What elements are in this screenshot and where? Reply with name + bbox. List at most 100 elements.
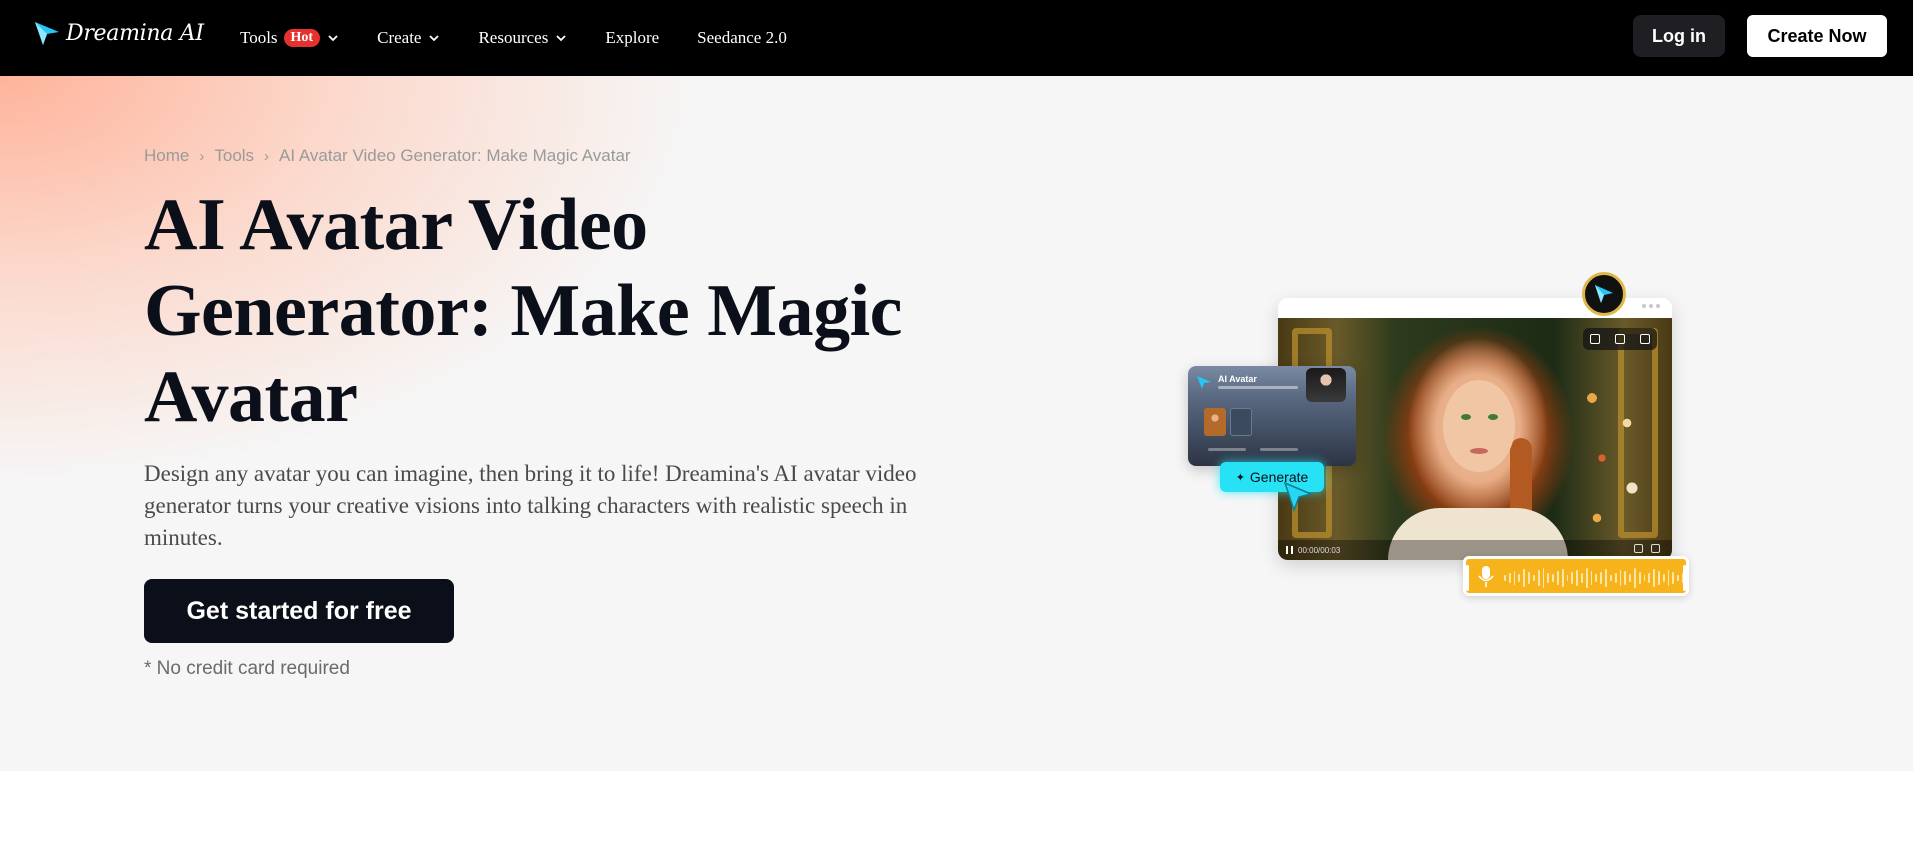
waveform-bar [1508, 573, 1511, 583]
avatar-thumbnail[interactable] [1204, 408, 1226, 436]
breadcrumb-tools[interactable]: Tools [214, 146, 254, 166]
waveform-bar [1556, 571, 1559, 585]
flowers-decoration [1572, 378, 1652, 548]
waveform-bar [1629, 574, 1631, 582]
waveform-bar [1561, 569, 1564, 587]
waveform-bar [1566, 575, 1569, 581]
cursor-arrow-icon [1283, 481, 1314, 513]
logo-text: Dreamina AI [66, 20, 204, 46]
nav-links: Tools Hot Create Resources Explore Seeda… [240, 0, 825, 76]
panel-avatar [1306, 368, 1346, 402]
upload-thumbnail[interactable] [1230, 408, 1252, 436]
nav-item-explore[interactable]: Explore [605, 28, 659, 48]
chevron-right-icon: › [264, 147, 270, 165]
waveform-bar [1672, 572, 1675, 584]
hot-badge: Hot [283, 29, 321, 47]
waveform-bar [1576, 570, 1578, 586]
get-started-button[interactable]: Get started for free [144, 579, 454, 643]
chevron-down-icon [429, 35, 440, 42]
waveform-bar [1547, 573, 1550, 583]
no-credit-card-note: * No credit card required [144, 658, 350, 679]
eye-left [1461, 414, 1471, 420]
chevron-down-icon [328, 35, 338, 42]
volume-icon[interactable] [1634, 544, 1643, 553]
microphone-icon [1478, 566, 1494, 587]
login-button[interactable]: Log in [1633, 15, 1725, 57]
ai-avatar-panel: AI Avatar [1188, 366, 1356, 466]
waveform-bar [1542, 568, 1545, 588]
fullscreen-icon[interactable] [1651, 544, 1660, 553]
waveform-bar [1633, 568, 1636, 588]
code-icon[interactable] [1590, 334, 1601, 344]
dreamina-logo-icon [1595, 285, 1613, 303]
nav-item-create[interactable]: Create [377, 28, 440, 48]
waveform-bar [1504, 575, 1506, 581]
waveform-bar [1518, 574, 1521, 582]
audio-waveform [1504, 567, 1684, 589]
waveform-bar [1658, 571, 1660, 585]
player-time: 00:00/00:03 [1298, 545, 1341, 555]
nav-item-label: Seedance 2.0 [697, 28, 787, 47]
waveform-bar [1605, 569, 1607, 587]
nav-item-seedance[interactable]: Seedance 2.0 [697, 28, 787, 48]
chevron-right-icon: › [199, 147, 205, 165]
eye-right [1488, 414, 1498, 420]
chevron-down-icon [556, 35, 566, 42]
nav-item-label: Create [377, 28, 422, 47]
trim-handle-right[interactable] [1683, 565, 1686, 591]
waveform-bar [1638, 572, 1641, 584]
waveform-bar [1614, 573, 1617, 583]
dreamina-badge [1582, 272, 1626, 316]
create-now-button[interactable]: Create Now [1747, 15, 1887, 57]
breadcrumb-current: AI Avatar Video Generator: Make Magic Av… [279, 146, 631, 165]
nav-item-label: Explore [605, 28, 660, 47]
waveform-bar [1528, 572, 1530, 584]
lips [1470, 448, 1488, 454]
player-controls [1634, 544, 1660, 553]
waveform-bar [1523, 569, 1526, 587]
waveform-bar [1571, 572, 1574, 584]
waveform-bar [1552, 574, 1554, 582]
waveform-bar [1600, 572, 1603, 584]
waveform-bar [1595, 574, 1598, 582]
video-toolset [1583, 328, 1657, 350]
nav-item-label: Resources [478, 28, 549, 47]
waveform-bar [1643, 575, 1646, 581]
avatar-face [1443, 380, 1515, 472]
dreamina-logo-icon [35, 22, 59, 45]
more-dots-icon [1642, 304, 1660, 308]
nav-item-label: Tools [240, 28, 278, 47]
waveform-bar [1619, 570, 1622, 586]
caption-icon[interactable] [1614, 334, 1625, 344]
play-pause-icon[interactable] [1286, 546, 1293, 554]
waveform-bar [1590, 571, 1593, 585]
hero-description: Design any avatar you can imagine, then … [144, 461, 917, 550]
trim-handle-left[interactable] [1466, 565, 1469, 591]
sparkle-icon: ✦ [1235, 471, 1245, 484]
waveform-bar [1677, 575, 1680, 581]
waveform-bar [1513, 571, 1516, 585]
waveform-bar [1532, 575, 1535, 581]
waveform-bar [1585, 568, 1588, 588]
logo[interactable]: Dreamina AI [32, 18, 204, 48]
waveform-bar [1648, 573, 1651, 583]
panel-options [1208, 448, 1348, 452]
panel-title: AI Avatar [1218, 374, 1257, 384]
top-navigation: Dreamina AI Tools Hot Create Resources E… [0, 0, 1913, 76]
waveform-bar [1624, 571, 1627, 585]
dreamina-logo-icon [1197, 376, 1211, 389]
waveform-bar [1662, 574, 1665, 582]
panel-subtitle [1218, 386, 1298, 389]
breadcrumb-home[interactable]: Home [144, 146, 189, 166]
audio-waveform-card [1463, 556, 1689, 596]
waveform-bar [1537, 570, 1540, 586]
waveform-bar [1667, 570, 1670, 586]
nav-item-tools[interactable]: Tools Hot [240, 28, 339, 48]
waveform-bar [1653, 569, 1655, 587]
nav-item-resources[interactable]: Resources [478, 28, 567, 48]
page-title: AI Avatar Video Generator: Make Magic Av… [144, 184, 902, 438]
waveform-bar [1581, 573, 1583, 583]
music-icon[interactable] [1639, 334, 1650, 344]
waveform-bar [1609, 575, 1612, 581]
breadcrumb: Home › Tools › AI Avatar Video Generator… [144, 146, 631, 166]
